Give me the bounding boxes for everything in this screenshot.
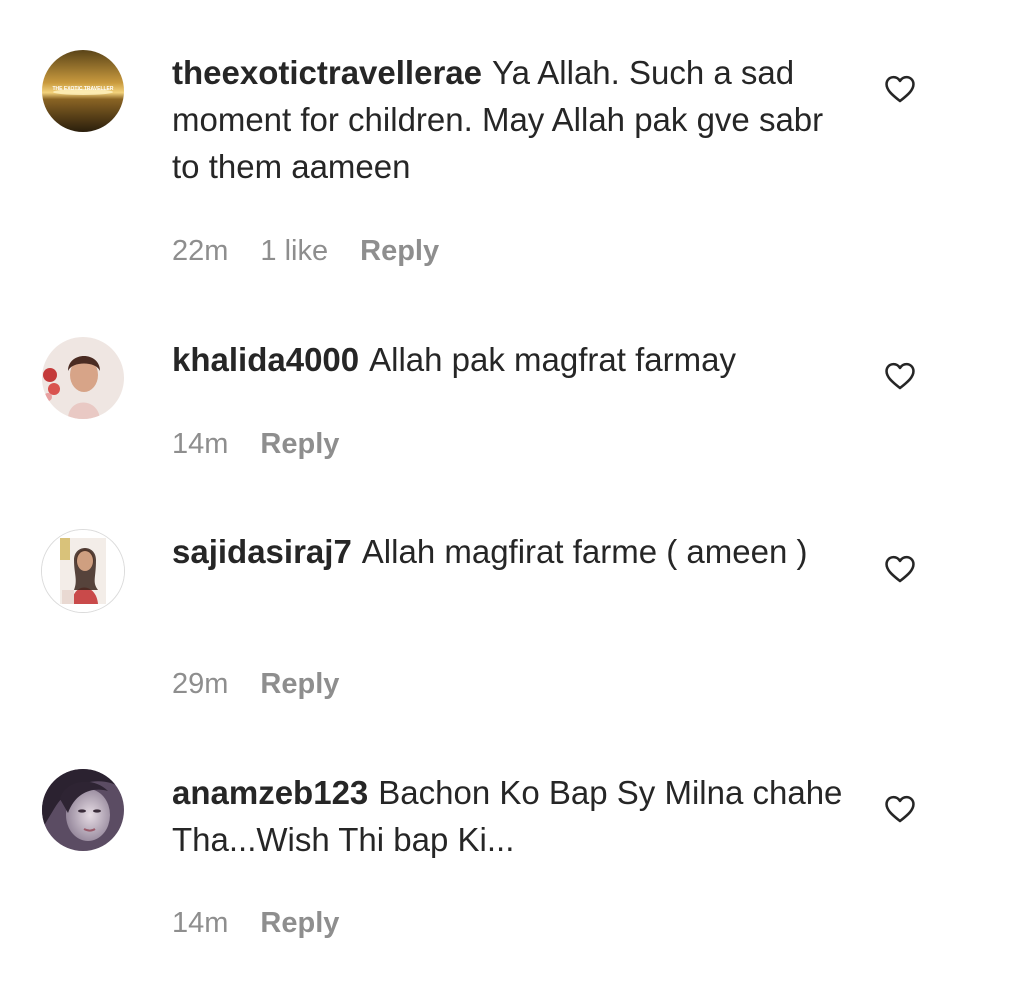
comment-username[interactable]: khalida4000 bbox=[172, 341, 359, 378]
comment-meta: 14m Reply bbox=[172, 428, 371, 461]
comment-timestamp[interactable]: 22m bbox=[172, 235, 228, 267]
avatar[interactable] bbox=[42, 769, 124, 851]
comment-timestamp[interactable]: 29m bbox=[172, 668, 228, 700]
heart-outline-icon[interactable] bbox=[883, 792, 917, 826]
heart-outline-icon[interactable] bbox=[883, 72, 917, 106]
avatar[interactable]: THE EXOTIC TRAVELLER bbox=[42, 50, 124, 132]
reply-button[interactable]: Reply bbox=[360, 235, 439, 267]
comment-username[interactable]: sajidasiraj7 bbox=[172, 533, 352, 570]
comment-text-block: khalida4000 Allah pak magfrat farmay bbox=[172, 336, 852, 383]
comment-text-block: sajidasiraj7 Allah magfirat farme ( ameen… bbox=[172, 528, 852, 575]
avatar[interactable] bbox=[42, 530, 124, 612]
comment-meta: 22m 1 like Reply bbox=[172, 235, 471, 268]
comment-username[interactable]: theexotictravellerae bbox=[172, 54, 482, 91]
comment-timestamp[interactable]: 14m bbox=[172, 428, 228, 460]
comment-text-block: theexotictravellerae Ya Allah. Such a sad… bbox=[172, 49, 852, 190]
comment-meta: 29m Reply bbox=[172, 668, 371, 701]
avatar[interactable] bbox=[42, 337, 124, 419]
comment-text-block: anamzeb123 Bachon Ko Bap Sy Milna chahe T… bbox=[172, 769, 852, 863]
reply-button[interactable]: Reply bbox=[260, 668, 339, 700]
heart-outline-icon[interactable] bbox=[883, 359, 917, 393]
comment-timestamp[interactable]: 14m bbox=[172, 907, 228, 939]
reply-button[interactable]: Reply bbox=[260, 907, 339, 939]
comment-username[interactable]: anamzeb123 bbox=[172, 774, 368, 811]
comment-like-count[interactable]: 1 like bbox=[260, 235, 328, 267]
avatar-logo-text: THE EXOTIC TRAVELLER bbox=[52, 86, 113, 92]
comment-text: Allah pak magfrat farmay bbox=[369, 341, 736, 378]
heart-outline-icon[interactable] bbox=[883, 552, 917, 586]
comment-text: Allah magfirat farme ( ameen ) bbox=[361, 533, 808, 570]
comment-meta: 14m Reply bbox=[172, 907, 371, 940]
reply-button[interactable]: Reply bbox=[260, 428, 339, 460]
